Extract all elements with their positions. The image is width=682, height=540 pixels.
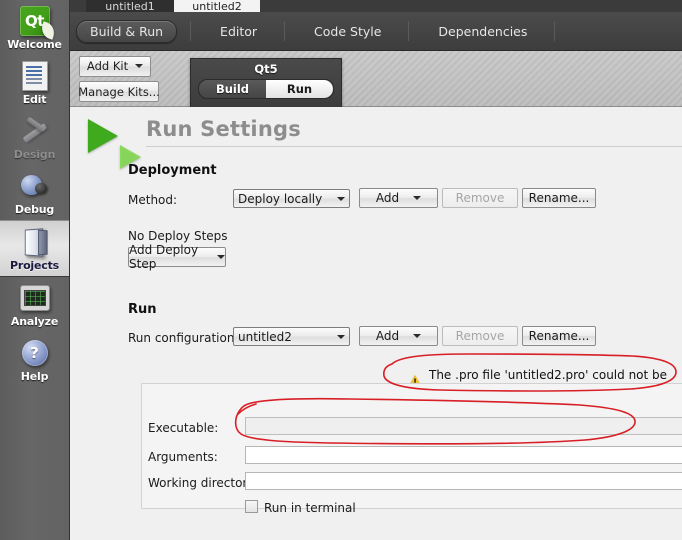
- deployment-method-value: Deploy locally: [238, 191, 323, 206]
- analyzer-monitor-icon: [0, 282, 69, 314]
- no-deploy-steps-label: No Deploy Steps: [128, 229, 228, 243]
- run-add-label: Add: [375, 329, 400, 343]
- sidebar-label-welcome: Welcome: [7, 38, 62, 51]
- sidebar-item-design: Design: [0, 110, 69, 165]
- tab-separator: [554, 21, 556, 41]
- chevron-down-icon: [337, 334, 345, 339]
- bug-icon: [0, 170, 69, 202]
- qt-creator-window: Qt Welcome Edit Design Debug Projects An…: [0, 0, 682, 540]
- run-rename-label: Rename...: [528, 329, 590, 343]
- run-configuration-label: Run configuration:: [128, 331, 239, 345]
- chevron-down-icon: [413, 334, 422, 338]
- projects-folder-icon: [0, 226, 69, 258]
- sidebar-label-debug: Debug: [14, 203, 55, 216]
- tab-separator: [408, 21, 410, 41]
- sidebar-item-projects[interactable]: Projects: [0, 220, 69, 277]
- kit-toggle-build[interactable]: Build: [199, 80, 266, 98]
- manage-kits-button[interactable]: Manage Kits...: [78, 81, 160, 102]
- deployment-remove-button: Remove: [442, 188, 518, 208]
- deployment-method-label: Method:: [128, 193, 178, 207]
- deployment-add-button[interactable]: Add: [359, 188, 438, 208]
- run-in-terminal-label: Run in terminal: [264, 501, 356, 515]
- add-kit-label: Add Kit: [86, 59, 129, 73]
- tab-code-style[interactable]: Code Style: [300, 20, 395, 43]
- kit-name-label: Qt5: [254, 62, 278, 76]
- project-tab-untitled2[interactable]: untitled2: [174, 0, 260, 12]
- arguments-label: Arguments:: [148, 450, 218, 464]
- chevron-down-icon: [135, 64, 144, 68]
- run-settings-pane: Run Settings Deployment Method: Deploy l…: [70, 107, 682, 540]
- deployment-method-combo[interactable]: Deploy locally: [233, 189, 350, 208]
- sidebar-item-welcome[interactable]: Qt Welcome: [0, 0, 69, 55]
- project-tab-untitled1[interactable]: untitled1: [86, 0, 174, 12]
- title-divider: [146, 146, 682, 147]
- sidebar-label-edit: Edit: [22, 93, 47, 106]
- deployment-rename-button[interactable]: Rename...: [522, 188, 596, 208]
- chevron-down-icon: [337, 196, 345, 201]
- executable-label: Executable:: [148, 421, 219, 435]
- sidebar-label-help: Help: [20, 370, 49, 383]
- tab-editor[interactable]: Editor: [206, 20, 271, 43]
- run-configuration-value: untitled2: [238, 329, 292, 344]
- run-play-icon: [88, 119, 141, 169]
- arguments-input[interactable]: [245, 446, 682, 464]
- mode-sidebar: Qt Welcome Edit Design Debug Projects An…: [0, 0, 70, 540]
- sidebar-item-help[interactable]: ? Help: [0, 332, 69, 387]
- chevron-down-icon: [217, 255, 225, 259]
- run-heading: Run: [128, 302, 157, 317]
- question-mark-icon: ?: [0, 337, 69, 369]
- run-rename-button[interactable]: Rename...: [522, 326, 596, 346]
- deployment-heading: Deployment: [128, 163, 217, 178]
- run-in-terminal-checkbox[interactable]: [245, 500, 258, 513]
- sidebar-label-design: Design: [13, 148, 56, 161]
- tab-separator: [190, 21, 192, 41]
- run-remove-button: Remove: [442, 326, 518, 346]
- working-directory-label: Working directory:: [148, 476, 258, 490]
- kit-card-qt5[interactable]: Qt5 Build Run: [190, 58, 342, 108]
- kit-selector-bar: Add Kit Manage Kits...: [70, 51, 682, 107]
- tab-separator: [284, 21, 286, 41]
- run-remove-label: Remove: [455, 329, 505, 343]
- document-edit-icon: [0, 60, 69, 92]
- deployment-rename-label: Rename...: [528, 191, 590, 205]
- page-header: Run Settings: [88, 115, 682, 169]
- deployment-add-label: Add: [375, 191, 400, 205]
- project-tab-bar: untitled1 untitled2: [70, 0, 682, 12]
- executable-input[interactable]: [245, 417, 682, 435]
- sidebar-item-analyze[interactable]: Analyze: [0, 277, 69, 332]
- settings-tab-strip: Build & Run Editor Code Style Dependenci…: [70, 12, 682, 51]
- kit-buttons-group: Add Kit Manage Kits...: [78, 55, 160, 102]
- deployment-remove-label: Remove: [455, 191, 505, 205]
- chevron-down-icon: [413, 196, 422, 200]
- manage-kits-label: Manage Kits...: [78, 84, 160, 99]
- design-tools-icon: [0, 115, 69, 147]
- run-add-button[interactable]: Add: [359, 326, 438, 346]
- working-directory-input[interactable]: [245, 472, 682, 490]
- kit-toggle-run[interactable]: Run: [266, 80, 333, 98]
- kit-build-run-toggle[interactable]: Build Run: [198, 79, 334, 99]
- sidebar-item-edit[interactable]: Edit: [0, 55, 69, 110]
- add-kit-button[interactable]: Add Kit: [79, 55, 151, 77]
- sidebar-item-debug[interactable]: Debug: [0, 165, 69, 220]
- add-deploy-step-label: Add Deploy Step: [129, 243, 199, 271]
- tab-build-and-run[interactable]: Build & Run: [76, 19, 178, 43]
- add-deploy-step-button[interactable]: Add Deploy Step: [128, 243, 226, 271]
- tab-dependencies[interactable]: Dependencies: [424, 20, 541, 43]
- qt-logo-icon: Qt: [0, 5, 69, 37]
- sidebar-label-analyze: Analyze: [10, 315, 59, 328]
- sidebar-label-projects: Projects: [9, 259, 59, 272]
- page-title: Run Settings: [146, 117, 301, 141]
- run-configuration-combo[interactable]: untitled2: [233, 327, 350, 346]
